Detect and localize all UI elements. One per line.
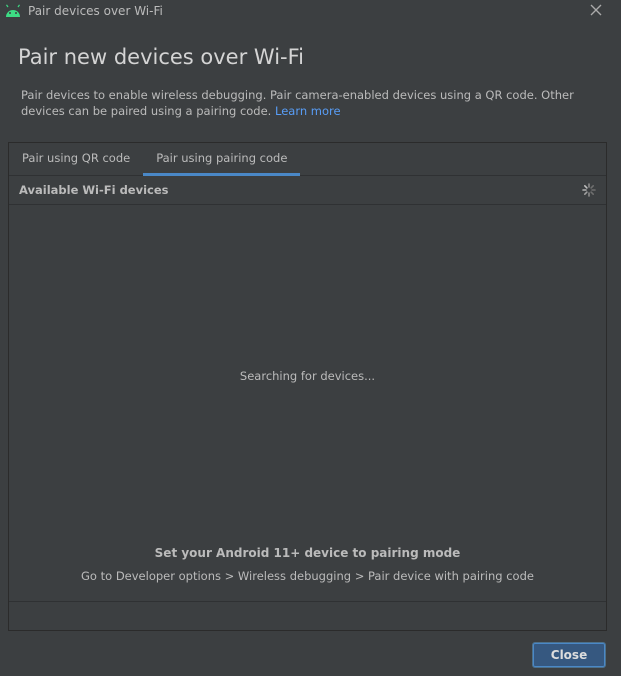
close-button[interactable]: Close (532, 642, 606, 668)
learn-more-link[interactable]: Learn more (275, 104, 341, 118)
dialog-heading: Pair new devices over Wi-Fi (18, 45, 305, 69)
tab-qr-code[interactable]: Pair using QR code (9, 143, 143, 176)
dialog-window: Pair devices over Wi-Fi Pair new devices… (0, 0, 621, 676)
dialog-description: Pair devices to enable wireless debuggin… (21, 87, 601, 119)
pairing-panel: Pair using QR code Pair using pairing co… (8, 142, 607, 631)
tab-pairing-code[interactable]: Pair using pairing code (143, 143, 301, 176)
instruction-title: Set your Android 11+ device to pairing m… (154, 546, 461, 560)
loading-spinner-icon (582, 183, 596, 197)
android-icon (6, 4, 20, 17)
devices-header: Available Wi-Fi devices (9, 176, 606, 205)
searching-status: Searching for devices... (239, 369, 376, 383)
instruction-steps: Go to Developer options > Wireless debug… (81, 569, 534, 583)
close-icon[interactable] (589, 3, 603, 17)
device-list: Searching for devices... Set your Androi… (9, 205, 606, 602)
devices-title: Available Wi-Fi devices (19, 183, 169, 197)
tab-bar: Pair using QR code Pair using pairing co… (9, 143, 606, 176)
title-bar: Pair devices over Wi-Fi (0, 0, 621, 22)
window-title: Pair devices over Wi-Fi (28, 4, 163, 18)
